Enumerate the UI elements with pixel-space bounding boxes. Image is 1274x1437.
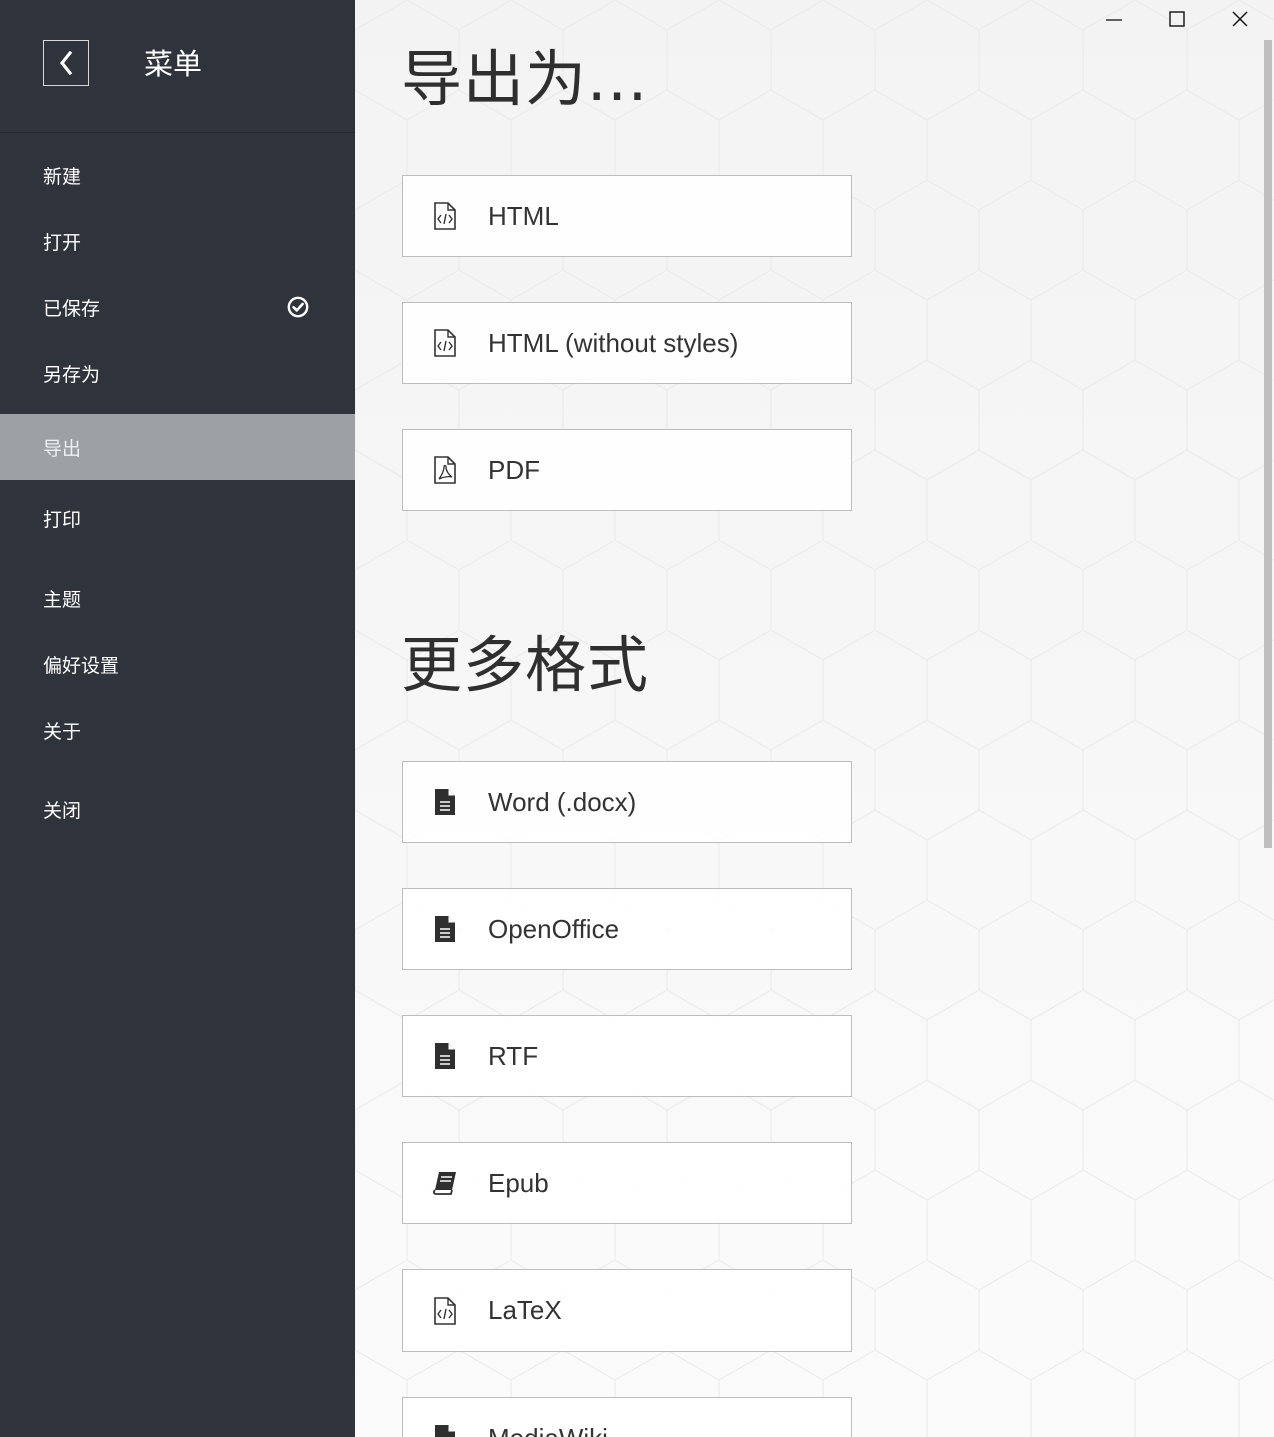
- menu-item-export[interactable]: 导出: [0, 414, 355, 480]
- sidebar: 菜单 新建 打开 已保存 另存为 导出 打印 主题 偏好设置 关于 关闭: [0, 0, 355, 1437]
- chevron-left-icon: [59, 51, 73, 75]
- export-html-button[interactable]: HTML: [402, 175, 852, 257]
- file-code-icon: [432, 329, 458, 357]
- export-html-no-styles-button[interactable]: HTML (without styles): [402, 302, 852, 384]
- menu-item-label: 偏好设置: [43, 654, 120, 677]
- export-button-label: Word (.docx): [488, 786, 637, 817]
- menu-item-save-as[interactable]: 另存为: [0, 340, 355, 406]
- more-formats-section-title: 更多格式: [401, 630, 650, 701]
- menu-item-print[interactable]: 打印: [0, 485, 355, 551]
- menu-item-about[interactable]: 关于: [0, 697, 355, 763]
- export-button-label: LaTeX: [488, 1295, 562, 1325]
- export-button-label: MediaWiki: [488, 1423, 608, 1437]
- maximize-button[interactable]: [1147, 0, 1207, 38]
- menu-item-label: 导出: [43, 437, 82, 460]
- sidebar-header: 菜单: [0, 0, 355, 133]
- file-code-icon: [432, 202, 458, 230]
- window-close-button[interactable]: [1210, 0, 1270, 38]
- file-pdf-icon: [432, 456, 458, 484]
- export-button-label: RTF: [488, 1040, 539, 1071]
- export-latex-button[interactable]: LaTeX: [402, 1269, 852, 1352]
- file-code-icon: [432, 1296, 458, 1325]
- menu-item-label: 另存为: [43, 363, 101, 386]
- menu-item-saved[interactable]: 已保存: [0, 274, 355, 340]
- export-pdf-button[interactable]: PDF: [402, 429, 852, 511]
- back-button[interactable]: [43, 40, 89, 86]
- minimize-icon: [1106, 19, 1122, 21]
- export-epub-button[interactable]: Epub: [402, 1142, 852, 1224]
- export-section-title: 导出为...: [401, 44, 649, 115]
- file-text-icon: [432, 1424, 458, 1437]
- export-rtf-button[interactable]: RTF: [402, 1015, 852, 1097]
- export-mediawiki-button[interactable]: MediaWiki: [402, 1397, 852, 1437]
- menu-item-label: 关于: [43, 720, 82, 743]
- file-text-icon: [432, 788, 458, 816]
- file-text-icon: [432, 915, 458, 943]
- menu-item-open[interactable]: 打开: [0, 208, 355, 274]
- menu-item-close[interactable]: 关闭: [0, 776, 355, 842]
- menu-item-label: 打开: [43, 231, 82, 254]
- maximize-icon: [1169, 11, 1185, 27]
- book-icon: [432, 1169, 458, 1197]
- export-openoffice-button[interactable]: OpenOffice: [402, 888, 852, 970]
- export-word-button[interactable]: Word (.docx): [402, 761, 852, 843]
- vertical-scrollbar[interactable]: [1264, 40, 1272, 848]
- export-button-label: HTML: [488, 200, 559, 231]
- menu-item-label: 新建: [43, 165, 82, 188]
- menu-item-theme[interactable]: 主题: [0, 565, 355, 631]
- minimize-button[interactable]: [1084, 0, 1144, 38]
- menu-item-label: 主题: [43, 588, 82, 611]
- menu-item-label: 关闭: [43, 799, 82, 822]
- export-button-label: HTML (without styles): [488, 327, 739, 358]
- export-button-label: Epub: [488, 1167, 549, 1198]
- export-button-label: PDF: [488, 454, 540, 485]
- export-button-label: OpenOffice: [488, 913, 620, 944]
- close-icon: [1232, 11, 1248, 27]
- sidebar-title: 菜单: [144, 47, 203, 81]
- main-panel: 导出为... HTML HTML (without styles) PDF 更多…: [355, 0, 1274, 1437]
- check-circle-icon: [287, 296, 309, 318]
- menu-item-new[interactable]: 新建: [0, 142, 355, 208]
- menu-item-label: 打印: [43, 508, 82, 531]
- menu-item-preferences[interactable]: 偏好设置: [0, 631, 355, 697]
- file-text-icon: [432, 1042, 458, 1070]
- menu-item-label: 已保存: [43, 297, 101, 320]
